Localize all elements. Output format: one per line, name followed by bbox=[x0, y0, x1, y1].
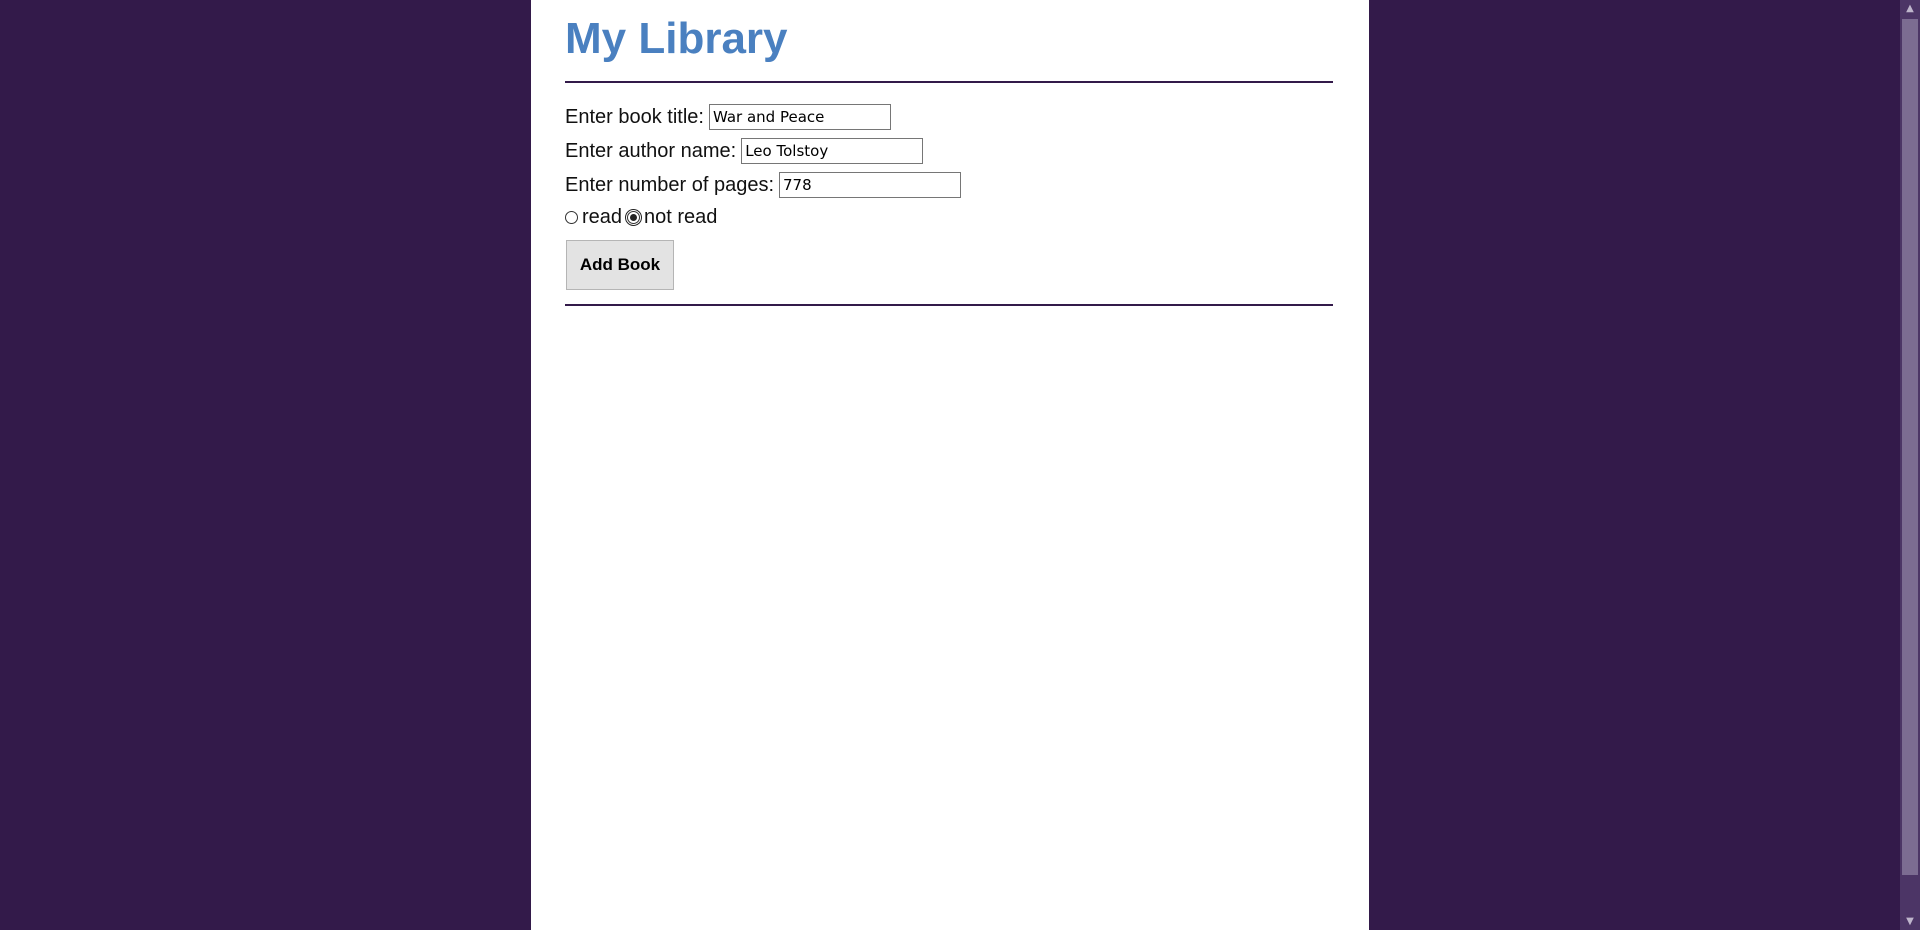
scroll-down-icon[interactable]: ▼ bbox=[1900, 913, 1920, 930]
top-divider bbox=[565, 81, 1333, 83]
vertical-scrollbar[interactable]: ▲ ▼ bbox=[1900, 0, 1920, 930]
library-content: My Library Enter book title: Enter autho… bbox=[565, 0, 1333, 306]
not-read-radio-label: not read bbox=[644, 205, 718, 228]
page-title: My Library bbox=[565, 14, 788, 63]
scroll-up-icon[interactable]: ▲ bbox=[1900, 0, 1920, 17]
not-read-option[interactable]: not read bbox=[625, 205, 722, 229]
author-input[interactable] bbox=[741, 138, 924, 164]
pages-input[interactable] bbox=[779, 172, 962, 198]
bottom-divider bbox=[565, 304, 1333, 306]
page-panel: My Library Enter book title: Enter autho… bbox=[531, 0, 1369, 930]
not-read-radio[interactable] bbox=[625, 208, 643, 226]
scroll-thumb[interactable] bbox=[1902, 19, 1918, 875]
read-option[interactable]: read bbox=[565, 206, 627, 229]
read-status-group: read not read bbox=[565, 204, 1333, 230]
add-book-button[interactable]: Add Book bbox=[566, 240, 674, 290]
book-title-label: Enter book title: bbox=[565, 105, 704, 128]
author-label: Enter author name: bbox=[565, 139, 737, 162]
pages-label: Enter number of pages: bbox=[565, 173, 775, 196]
book-title-input[interactable] bbox=[708, 104, 891, 130]
read-radio[interactable] bbox=[565, 210, 578, 224]
read-radio-label: read bbox=[582, 205, 623, 228]
book-title-row: Enter book title: bbox=[565, 100, 1333, 134]
author-row: Enter author name: bbox=[565, 134, 1333, 168]
pages-row: Enter number of pages: bbox=[565, 168, 1333, 202]
